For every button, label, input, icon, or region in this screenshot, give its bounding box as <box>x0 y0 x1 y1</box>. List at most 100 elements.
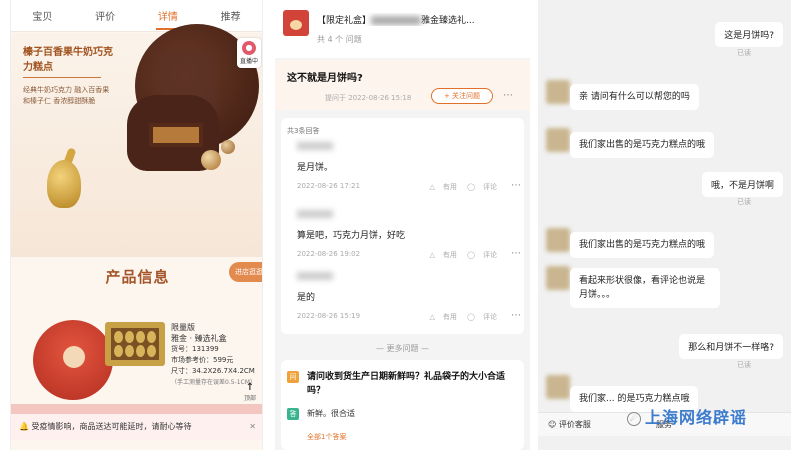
blurred-username <box>297 272 333 280</box>
answer-actions: △ 有用 ◯ 评论 <box>422 182 497 192</box>
chat-message-incoming: 看起来形状很像，看评论也说是月饼。。。 <box>570 268 720 308</box>
product-title: 【限定礼盒】 雅金臻选礼... <box>317 13 522 26</box>
blurred-username <box>297 142 333 150</box>
banner-strip <box>11 404 262 414</box>
answer-actions: △ 有用 ◯ 评论 <box>422 312 497 322</box>
watermark-icon: ☄ <box>627 411 641 426</box>
avatar <box>546 128 570 152</box>
answer-item: 算是吧，巧克力月饼，好吃 2022-08-26 19:02 △ 有用 ◯ 评论 ⋯ <box>297 210 521 260</box>
read-status: 已读 <box>737 361 751 369</box>
comment-button[interactable]: ◯ 评论 <box>467 313 497 321</box>
question-count: 共 4 个 问题 <box>317 35 362 44</box>
spec-edition: 限量版 <box>171 323 195 332</box>
hero-title: 榛子百香果牛奶巧克力糕点 <box>23 47 113 73</box>
more-icon[interactable]: ⋯ <box>511 180 521 191</box>
useful-button[interactable]: △ 有用 <box>430 183 457 191</box>
avatar <box>546 228 570 252</box>
answer-time: 2022-08-26 17:21 <box>297 182 361 190</box>
spec-price: 市场参考价：599元 <box>171 356 234 364</box>
avatar <box>546 375 570 399</box>
screenshot-collage: 宝贝 评价 详情 推荐 榛子百香果牛奶巧克力糕点 经典牛奶巧克力 融入百香果和榛… <box>0 0 800 450</box>
avatar <box>546 80 570 104</box>
more-icon[interactable]: ⋯ <box>511 248 521 259</box>
tab-item[interactable]: 宝贝 <box>30 4 54 27</box>
answer-text: 算是吧，巧克力月饼，好吃 <box>297 231 406 241</box>
back-to-top-button[interactable]: ↑ 顶部 <box>239 382 261 402</box>
product-thumbnail[interactable] <box>283 10 309 36</box>
question-text: 这不就是月饼吗? <box>287 73 363 84</box>
rate-service-button[interactable]: ☺ 评价客服 <box>548 413 591 437</box>
answer-item: 是月饼。 2022-08-26 17:21 △ 有用 ◯ 评论 ⋯ <box>297 142 521 192</box>
answers-card: 共3条回答 是月饼。 2022-08-26 17:21 △ 有用 ◯ 评论 ⋯ 算是… <box>281 118 524 334</box>
chat-message-outgoing: 这是月饼吗? <box>715 22 783 47</box>
answer-meta: 2022-08-26 15:19 △ 有用 ◯ 评论 ⋯ <box>297 310 521 322</box>
comment-button[interactable]: ◯ 评论 <box>467 251 497 259</box>
question-badge: 问 <box>287 371 299 383</box>
more-questions-divider: — 更多问题 — <box>375 344 430 353</box>
gift-box-tray <box>111 328 159 360</box>
chat-message-incoming: 我们家出售的是巧克力糕点的哦 <box>570 232 715 258</box>
comment-button[interactable]: ◯ 评论 <box>467 183 497 191</box>
gold-rabbit-image <box>47 160 81 208</box>
qa-header: 【限定礼盒】 雅金臻选礼... 共 4 个 问题 <box>275 0 530 58</box>
answer-actions: △ 有用 ◯ 评论 <box>422 250 497 260</box>
question-card: 这不就是月饼吗? 提问于 2022-08-26 15:18 + 关注问题 ⋯ <box>275 60 530 110</box>
tab-recommend[interactable]: 推荐 <box>219 4 243 27</box>
product-tabs: 宝贝 评价 详情 推荐 <box>11 0 262 32</box>
chat-message-outgoing: 哦，不是月饼啊 <box>701 172 783 197</box>
question-card[interactable]: 问 请问收到货生产日期新鲜吗？礼品袋子的大小合适吗？ 答 新鲜。很合适 全部1个… <box>281 360 524 450</box>
spec-sku: 货号：131399 <box>171 345 219 353</box>
hazelnut-image <box>221 140 235 154</box>
spec-size: 尺寸：34.2X26.7X4.2CM <box>171 367 255 375</box>
answer-time: 2022-08-26 19:02 <box>297 250 361 258</box>
cake-filling <box>149 123 203 147</box>
answer-badge: 答 <box>287 408 299 420</box>
follow-question-button[interactable]: + 关注问题 <box>431 88 493 104</box>
question-text: 请问收到货生产日期新鲜吗？礼品袋子的大小合适吗？ <box>307 372 506 396</box>
answer-text: 新鲜。很合适 <box>307 409 355 418</box>
spec-name: 雅金 · 臻选礼盒 <box>171 334 227 343</box>
all-answers-link[interactable]: 全部1个答案 <box>307 432 346 442</box>
answer-text: 是的 <box>297 293 316 303</box>
title-prefix: 【限定礼盒】 <box>317 16 372 26</box>
tab-details[interactable]: 详情 <box>155 4 180 30</box>
chat-message-outgoing: 那么和月饼不一样咯? <box>679 334 783 359</box>
bell-icon: 🔔 <box>19 422 29 431</box>
delivery-notice: 🔔 受疫情影响，商品送达可能延时，请耐心等待 ✕ <box>11 414 262 440</box>
product-detail-panel: 宝贝 评价 详情 推荐 榛子百香果牛奶巧克力糕点 经典牛奶巧克力 融入百香果和榛… <box>10 0 263 450</box>
answer-item: 是的 2022-08-26 15:19 △ 有用 ◯ 评论 ⋯ <box>297 272 521 322</box>
more-icon[interactable]: ⋯ <box>503 90 513 101</box>
enter-store-button[interactable]: 进店逛逛 <box>229 262 262 282</box>
chat-message-incoming: 亲 请问有什么可以帮您的吗 <box>570 84 699 110</box>
notice-text: 受疫情影响，商品送达可能延时，请耐心等待 <box>31 422 192 431</box>
chat-panel: 这是月饼吗? 已读 亲 请问有什么可以帮您的吗 我们家出售的是巧克力糕点的哦 哦… <box>538 0 791 450</box>
answer-count: 共3条回答 <box>287 127 320 135</box>
chat-message-incoming: 我们家出售的是巧克力糕点的哦 <box>570 132 715 158</box>
answer-text: 是月饼。 <box>297 163 334 173</box>
hero-description: 经典牛奶巧克力 融入百香果和榛子仁 香浓醇甜酥脆 <box>23 86 110 105</box>
title-suffix: 雅金臻选礼... <box>421 16 475 26</box>
read-status: 已读 <box>737 49 751 57</box>
blurred-text <box>371 16 422 25</box>
useful-button[interactable]: △ 有用 <box>430 251 457 259</box>
watermark: ☄ 上海网络辟谣 <box>627 404 747 428</box>
answer-time: 2022-08-26 15:19 <box>297 312 361 320</box>
live-icon: ● <box>242 41 256 55</box>
hero-divider <box>23 77 101 78</box>
watermark-text: 上海网络辟谣 <box>645 408 748 427</box>
live-label: 直播中 <box>239 58 258 65</box>
product-spec: 限量版 雅金 · 臻选礼盒 货号：131399 市场参考价：599元 尺寸：34… <box>171 322 262 388</box>
qa-panel: 【限定礼盒】 雅金臻选礼... 共 4 个 问题 这不就是月饼吗? 提问于 202… <box>275 0 530 450</box>
useful-button[interactable]: △ 有用 <box>430 313 457 321</box>
more-icon[interactable]: ⋯ <box>511 310 521 321</box>
avatar <box>546 266 570 290</box>
read-status: 已读 <box>737 198 751 206</box>
answer-meta: 2022-08-26 19:02 △ 有用 ◯ 评论 ⋯ <box>297 248 521 260</box>
arrow-up-icon: ↑ <box>245 382 255 393</box>
tab-reviews[interactable]: 评价 <box>93 4 117 27</box>
top-label: 顶部 <box>243 395 256 402</box>
hazelnut-image <box>201 150 221 170</box>
live-badge[interactable]: ● 直播中 <box>237 38 261 68</box>
plate-center <box>63 346 85 368</box>
close-icon[interactable]: ✕ <box>249 414 256 440</box>
